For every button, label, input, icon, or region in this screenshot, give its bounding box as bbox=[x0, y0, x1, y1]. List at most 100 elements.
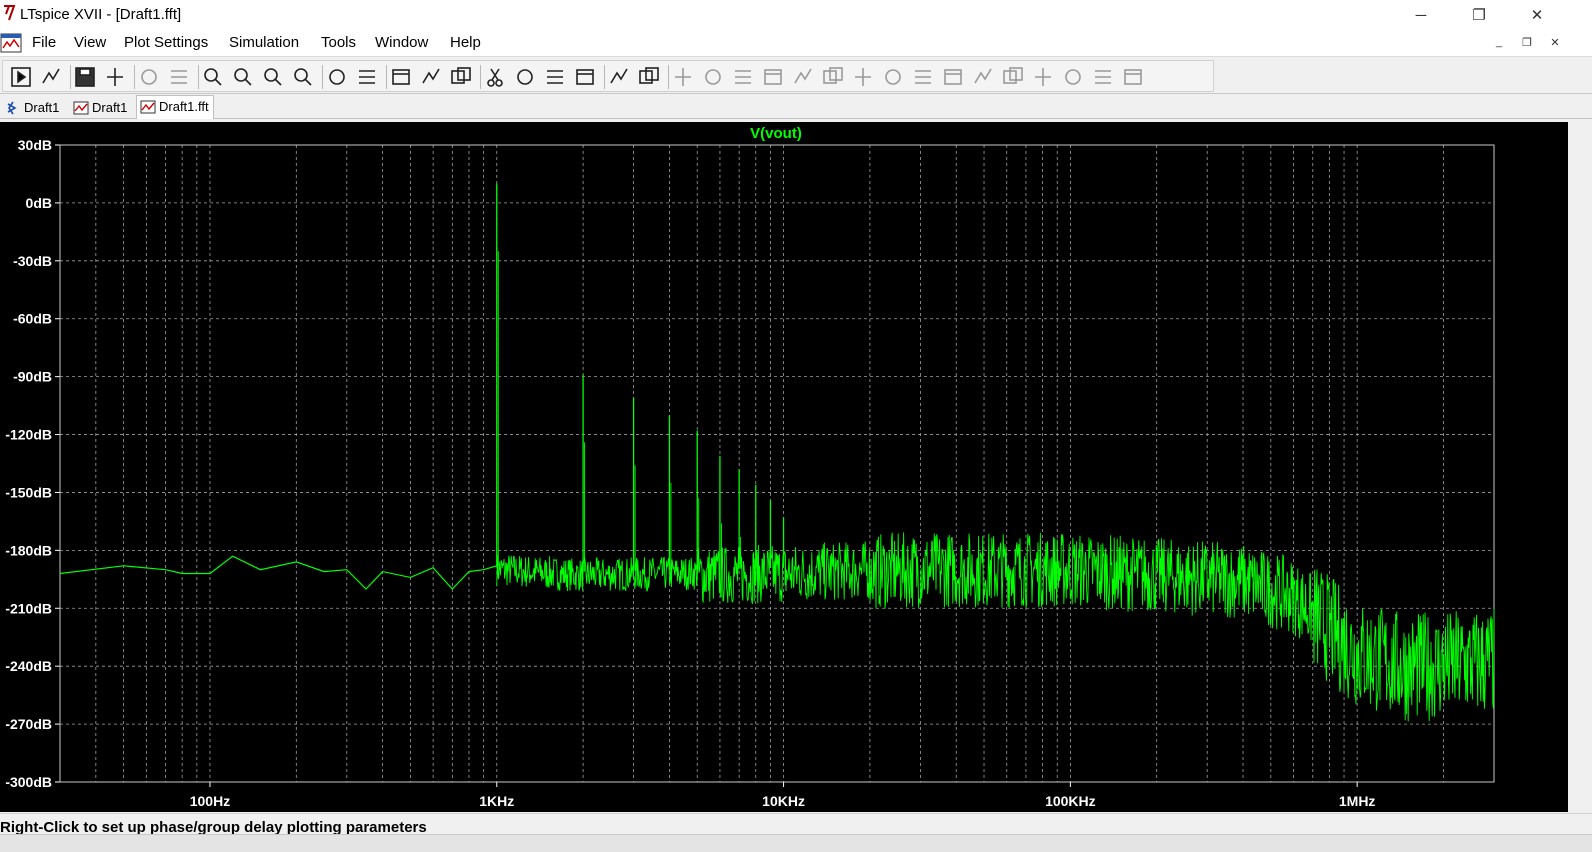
menu-help[interactable]: Help bbox=[450, 34, 481, 51]
tab-draft1-fft[interactable]: Draft1.fft bbox=[136, 95, 214, 119]
control-panel-icon[interactable] bbox=[103, 65, 127, 89]
mdi-restore-button[interactable]: ❐ bbox=[1518, 36, 1536, 52]
x-tick-label: 10KHz bbox=[762, 793, 805, 809]
y-tick-label: -180dB bbox=[5, 542, 52, 558]
x-tick-label: 100Hz bbox=[190, 793, 230, 809]
title-bar: LTspice XVII - [Draft1.fft] ─ ❐ ✕ bbox=[0, 0, 1592, 30]
schematic-icon bbox=[7, 101, 17, 115]
window-title: LTspice XVII - [Draft1.fft] bbox=[20, 6, 182, 23]
save-icon[interactable] bbox=[73, 65, 97, 89]
print-preview-icon[interactable] bbox=[637, 65, 661, 89]
trace-label-vout[interactable]: V(vout) bbox=[750, 125, 802, 142]
toolbar-separator bbox=[322, 65, 323, 89]
x-tick-label: 1MHz bbox=[1339, 793, 1376, 809]
y-tick-label: -120dB bbox=[5, 427, 52, 443]
menu-bar: File View Plot Settings Simulation Tools… bbox=[0, 30, 1592, 57]
mdi-close-button[interactable]: ✕ bbox=[1546, 36, 1564, 52]
toolbar-strip bbox=[2, 60, 1214, 92]
copy-icon[interactable] bbox=[513, 65, 537, 89]
zoom-fit-icon[interactable] bbox=[291, 65, 315, 89]
plot-frame bbox=[59, 144, 1495, 783]
zoom-area-icon[interactable] bbox=[231, 65, 255, 89]
tile-horizontal-icon[interactable] bbox=[389, 65, 413, 89]
mdi-minimize-button[interactable]: _ bbox=[1490, 36, 1508, 52]
grid bbox=[59, 144, 1495, 783]
y-tick-label: -150dB bbox=[5, 484, 52, 500]
cascade-icon[interactable] bbox=[419, 65, 443, 89]
y-tick-label: -300dB bbox=[5, 774, 52, 790]
inductor-icon[interactable] bbox=[821, 65, 845, 89]
menu-file[interactable]: File bbox=[32, 34, 56, 51]
diode-icon[interactable] bbox=[851, 65, 875, 89]
drag-icon[interactable] bbox=[941, 65, 965, 89]
wire-icon[interactable] bbox=[671, 65, 695, 89]
window-minimize-button[interactable]: ─ bbox=[1398, 0, 1444, 30]
menu-tools[interactable]: Tools bbox=[321, 34, 356, 51]
paste-icon[interactable] bbox=[543, 65, 567, 89]
manual-limits-icon[interactable] bbox=[355, 65, 379, 89]
trace-low-frequency bbox=[59, 555, 497, 590]
halt-icon[interactable] bbox=[137, 65, 161, 89]
taskbar-strip bbox=[0, 834, 1592, 852]
run-icon[interactable] bbox=[9, 65, 33, 89]
document-tabs: Draft1 Draft1 Draft1.fft bbox=[0, 95, 1592, 119]
spice-directive-icon[interactable] bbox=[1121, 65, 1145, 89]
menu-plot-settings[interactable]: Plot Settings bbox=[124, 34, 208, 51]
cut-icon[interactable] bbox=[483, 65, 507, 89]
zoom-in-icon[interactable] bbox=[201, 65, 225, 89]
toolbar-separator bbox=[386, 65, 387, 89]
plot-side-panel bbox=[1568, 122, 1592, 812]
toolbar-separator bbox=[668, 65, 669, 89]
plot-pane[interactable]: 30dB 0dB -30dB -60dB -90dB -120dB -150dB -180dB… bbox=[0, 122, 1568, 812]
window-restore-button[interactable]: ❐ bbox=[1456, 0, 1502, 30]
menu-view[interactable]: View bbox=[74, 34, 106, 51]
trace bbox=[59, 183, 1495, 722]
tab-label: Draft1 bbox=[92, 100, 128, 115]
toolbar-separator bbox=[70, 65, 71, 89]
y-tick-label: -90dB bbox=[13, 369, 52, 385]
tab-label: Draft1.fft bbox=[159, 99, 209, 114]
pan-icon[interactable] bbox=[167, 65, 191, 89]
tab-draft1-waveform[interactable]: Draft1 bbox=[70, 97, 132, 119]
x-tick-label: 1KHz bbox=[479, 793, 514, 809]
x-tick-label: 100KHz bbox=[1045, 793, 1096, 809]
fft-icon bbox=[140, 100, 156, 114]
y-tick-label: -60dB bbox=[13, 311, 52, 327]
toolbar-separator bbox=[134, 65, 135, 89]
tab-label: Draft1 bbox=[24, 100, 60, 115]
fft-plot[interactable]: 30dB 0dB -30dB -60dB -90dB -120dB -150dB -180dB… bbox=[0, 122, 1568, 812]
zoom-out-icon[interactable] bbox=[261, 65, 285, 89]
y-tick-label: 30dB bbox=[18, 137, 52, 153]
menu-simulation[interactable]: Simulation bbox=[229, 34, 299, 51]
toolbar bbox=[0, 58, 1592, 94]
toolbar-separator bbox=[480, 65, 481, 89]
move-icon[interactable] bbox=[911, 65, 935, 89]
ltspice-logo-icon bbox=[4, 5, 16, 21]
tile-vertical-icon[interactable] bbox=[449, 65, 473, 89]
y-tick-label: 0dB bbox=[26, 195, 52, 211]
undo-icon[interactable] bbox=[971, 65, 995, 89]
text-icon[interactable] bbox=[1091, 65, 1115, 89]
menu-window[interactable]: Window bbox=[375, 34, 428, 51]
toolbar-separator bbox=[198, 65, 199, 89]
window-close-button[interactable]: ✕ bbox=[1514, 0, 1560, 30]
y-tick-label: -210dB bbox=[5, 600, 52, 616]
open-icon[interactable] bbox=[39, 65, 63, 89]
toolbar-separator bbox=[604, 65, 605, 89]
mirror-icon[interactable] bbox=[1061, 65, 1085, 89]
y-tick-label: -30dB bbox=[13, 253, 52, 269]
tab-draft1-schematic[interactable]: Draft1 bbox=[2, 97, 64, 119]
waveform-icon bbox=[73, 101, 89, 115]
y-tick-label: -270dB bbox=[5, 716, 52, 732]
rotate-icon[interactable] bbox=[1031, 65, 1055, 89]
redo-icon[interactable] bbox=[1001, 65, 1025, 89]
print-icon[interactable] bbox=[607, 65, 631, 89]
find-icon[interactable] bbox=[573, 65, 597, 89]
component-icon[interactable] bbox=[881, 65, 905, 89]
ground-icon[interactable] bbox=[701, 65, 725, 89]
capacitor-icon[interactable] bbox=[791, 65, 815, 89]
fft-document-icon[interactable] bbox=[0, 32, 22, 54]
label-net-icon[interactable] bbox=[731, 65, 755, 89]
resistor-icon[interactable] bbox=[761, 65, 785, 89]
autorange-icon[interactable] bbox=[325, 65, 349, 89]
